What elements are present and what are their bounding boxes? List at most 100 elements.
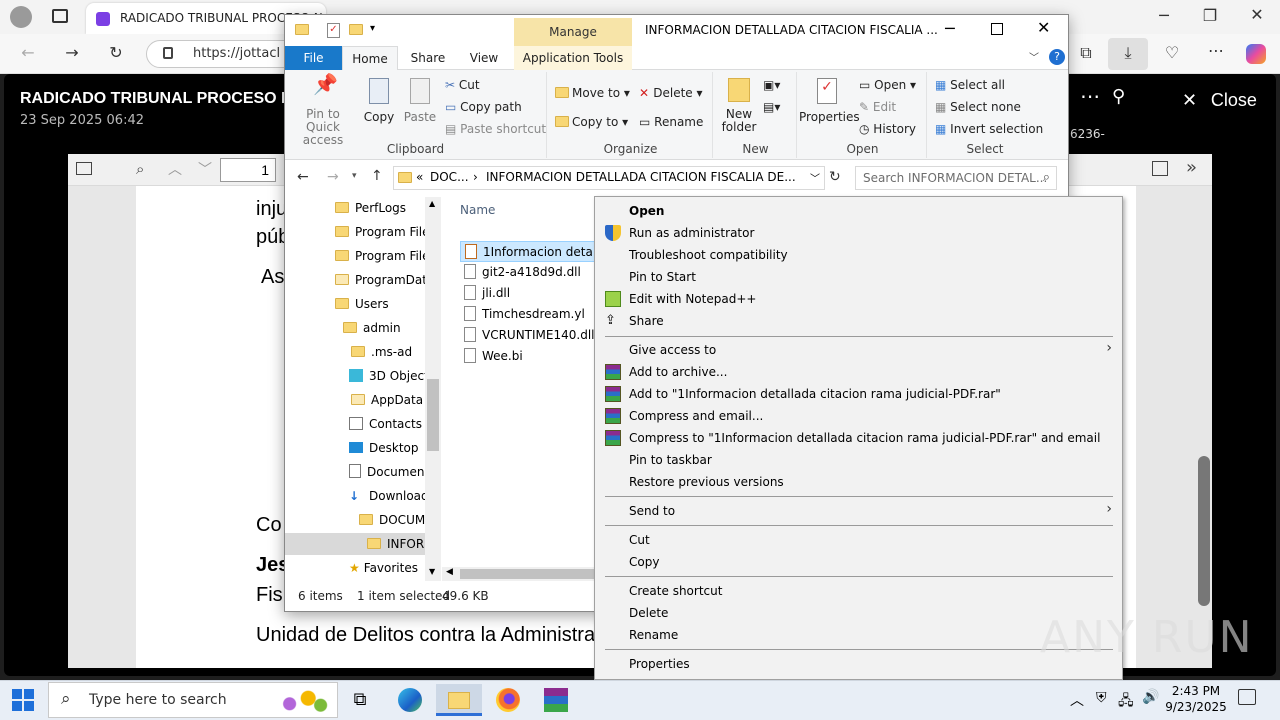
back-icon[interactable]: ← [16,43,40,62]
nav-item-admin[interactable]: admin [343,317,401,339]
menu-item-create-shortcut[interactable]: Create shortcut [629,580,722,602]
search-input[interactable]: Search INFORMACION DETAL... ⌕ [855,166,1057,190]
delete-button[interactable]: ✕ Delete ▾ [639,86,703,100]
page-number-input[interactable] [220,158,276,182]
nav-item-favorites[interactable]: ★ Favorites [349,557,418,579]
new-folder-button[interactable]: New folder [719,78,759,134]
taskbar-search[interactable]: ⌕ Type here to search [48,682,338,718]
file-explorer-taskbar-icon[interactable] [436,684,482,716]
clock[interactable]: 2:43 PM 9/23/2025 [1160,683,1232,715]
save-icon[interactable] [1152,161,1168,176]
menu-item-pin-to-taskbar[interactable]: Pin to taskbar [629,449,712,471]
nav-item-desktop[interactable]: Desktop [349,437,419,459]
forward-icon[interactable]: → [60,43,84,62]
minimize-browser-icon[interactable]: ─ [1152,6,1176,25]
nav-item-3d-objects[interactable]: 3D Objects [349,365,435,387]
properties-qat-icon[interactable]: ✓ [327,23,340,38]
pin-icon[interactable]: ⚲ [1112,86,1125,107]
expand-icon[interactable]: » [1186,157,1197,178]
performance-icon[interactable]: ♡ [1160,43,1184,62]
prev-page-icon[interactable]: ︿ [168,159,182,179]
pdf-scrollbar[interactable] [1198,456,1210,606]
menu-item-add-to-archive[interactable]: Add to archive... [629,361,727,383]
paste-shortcut-button[interactable]: ▤ Paste shortcut [445,122,546,136]
nav-item-contacts[interactable]: Contacts [349,413,422,435]
menu-item-share[interactable]: Share [629,310,664,332]
start-button[interactable] [12,689,34,711]
tab-home[interactable]: Home [342,46,398,70]
breadcrumb-current-folder[interactable]: INFORMACION DETALLADA CITACION FISCALIA … [486,170,796,184]
downloads-button[interactable]: ⤓ [1108,38,1148,70]
file-item[interactable]: Wee.bi [464,346,523,367]
menu-item-rename[interactable]: Rename [629,624,678,646]
recent-locations-icon[interactable]: ▾ [352,171,357,181]
profile-icon[interactable] [10,6,32,28]
menu-item-delete[interactable]: Delete [629,602,668,624]
select-none-button[interactable]: ▦ Select none [935,100,1021,114]
nav-scrollbar[interactable]: ▲ ▼ [425,197,441,581]
open-button[interactable]: ▭ Open ▾ [859,78,916,92]
refresh-icon[interactable]: ↻ [829,169,841,185]
firefox-icon[interactable] [488,684,528,716]
nav-item-downloads[interactable]: ↓ Download [349,485,429,507]
show-hidden-icons[interactable]: ︿ [1070,690,1084,710]
volume-icon[interactable]: 🔊 [1142,689,1159,705]
forward-icon[interactable]: → [327,169,339,185]
task-view-icon[interactable]: ⧉ [340,684,380,716]
nav-item-program-files[interactable]: Program Files [335,221,436,243]
scroll-up-icon[interactable]: ▲ [429,199,435,208]
sidebar-toggle-icon[interactable] [76,162,92,175]
nav-item-perflogs[interactable]: PerfLogs [335,197,406,219]
file-item[interactable]: VCRUNTIME140.dll [464,325,595,346]
properties-button[interactable]: ✓ Properties [799,78,860,124]
nav-item-appdata[interactable]: AppData [351,389,423,411]
close-pdf-button[interactable]: ✕ Close [1182,90,1257,111]
file-item[interactable]: Timchesdream.yl [464,304,585,325]
ribbon-collapse-icon[interactable]: ﹀ [1029,49,1039,64]
rename-button[interactable]: ▭ Rename [639,115,703,129]
minimize-icon[interactable]: ─ [945,19,955,38]
tab-actions-icon[interactable] [52,9,68,23]
copy-to-button[interactable]: Copy to ▾ [555,115,628,129]
tab-application-tools[interactable]: Application Tools [514,46,632,70]
more-icon[interactable]: ⋯ [1204,41,1228,60]
tab-share[interactable]: Share [400,46,456,70]
nav-item-users[interactable]: Users [335,293,389,315]
column-header-name[interactable]: Name [460,203,495,217]
menu-item-run-as-admin[interactable]: Run as administrator [629,222,754,244]
copy-button[interactable]: Copy [361,78,397,124]
menu-item-pin-to-start[interactable]: Pin to Start [629,266,696,288]
menu-item-give-access[interactable]: Give access to [629,339,716,361]
menu-item-properties[interactable]: Properties [629,653,690,675]
menu-item-copy[interactable]: Copy [629,551,659,573]
scroll-down-icon[interactable]: ▼ [429,567,435,576]
pin-quick-access-button[interactable]: 📌 Pin to Quick access [291,74,355,147]
new-item-icon[interactable]: ▣▾ [763,78,780,92]
menu-item-restore-versions[interactable]: Restore previous versions [629,471,784,493]
network-icon[interactable]: 🖧 [1118,690,1134,714]
nav-item-documents[interactable]: Documen [349,461,424,483]
next-page-icon[interactable]: ﹀ [198,159,212,179]
nav-item-documi[interactable]: DOCUMI [359,509,429,531]
hscroll-thumb[interactable] [460,569,600,579]
address-dropdown-icon[interactable]: ﹀ [810,170,820,185]
history-button[interactable]: ◷ History [859,122,916,136]
search-icon[interactable]: ⌕ [136,160,144,178]
address-bar[interactable]: « DOC... › INFORMACION DETALLADA CITACIO… [393,166,825,190]
easy-access-icon[interactable]: ▤▾ [763,100,780,114]
menu-item-open[interactable]: Open [629,200,664,222]
winrar-taskbar-icon[interactable] [536,684,576,716]
menu-item-add-to-rar[interactable]: Add to "1Informacion detallada citacion … [629,383,1001,405]
close-window-icon[interactable]: ✕ [1037,18,1050,37]
close-browser-icon[interactable]: ✕ [1245,5,1269,24]
cut-button[interactable]: ✂ Cut [445,78,480,92]
invert-selection-button[interactable]: ▦ Invert selection [935,122,1043,136]
back-icon[interactable]: ← [297,169,309,185]
breadcrumb-documents[interactable]: DOC... [430,170,469,184]
scroll-thumb[interactable] [427,379,439,451]
notifications-icon[interactable] [1238,689,1256,705]
breadcrumb-overflow[interactable]: « [416,170,423,184]
nav-item-programdata[interactable]: ProgramData [335,269,434,291]
more-options-icon[interactable]: ⋯ [1080,84,1100,108]
copy-path-button[interactable]: ▭ Copy path [445,100,522,114]
